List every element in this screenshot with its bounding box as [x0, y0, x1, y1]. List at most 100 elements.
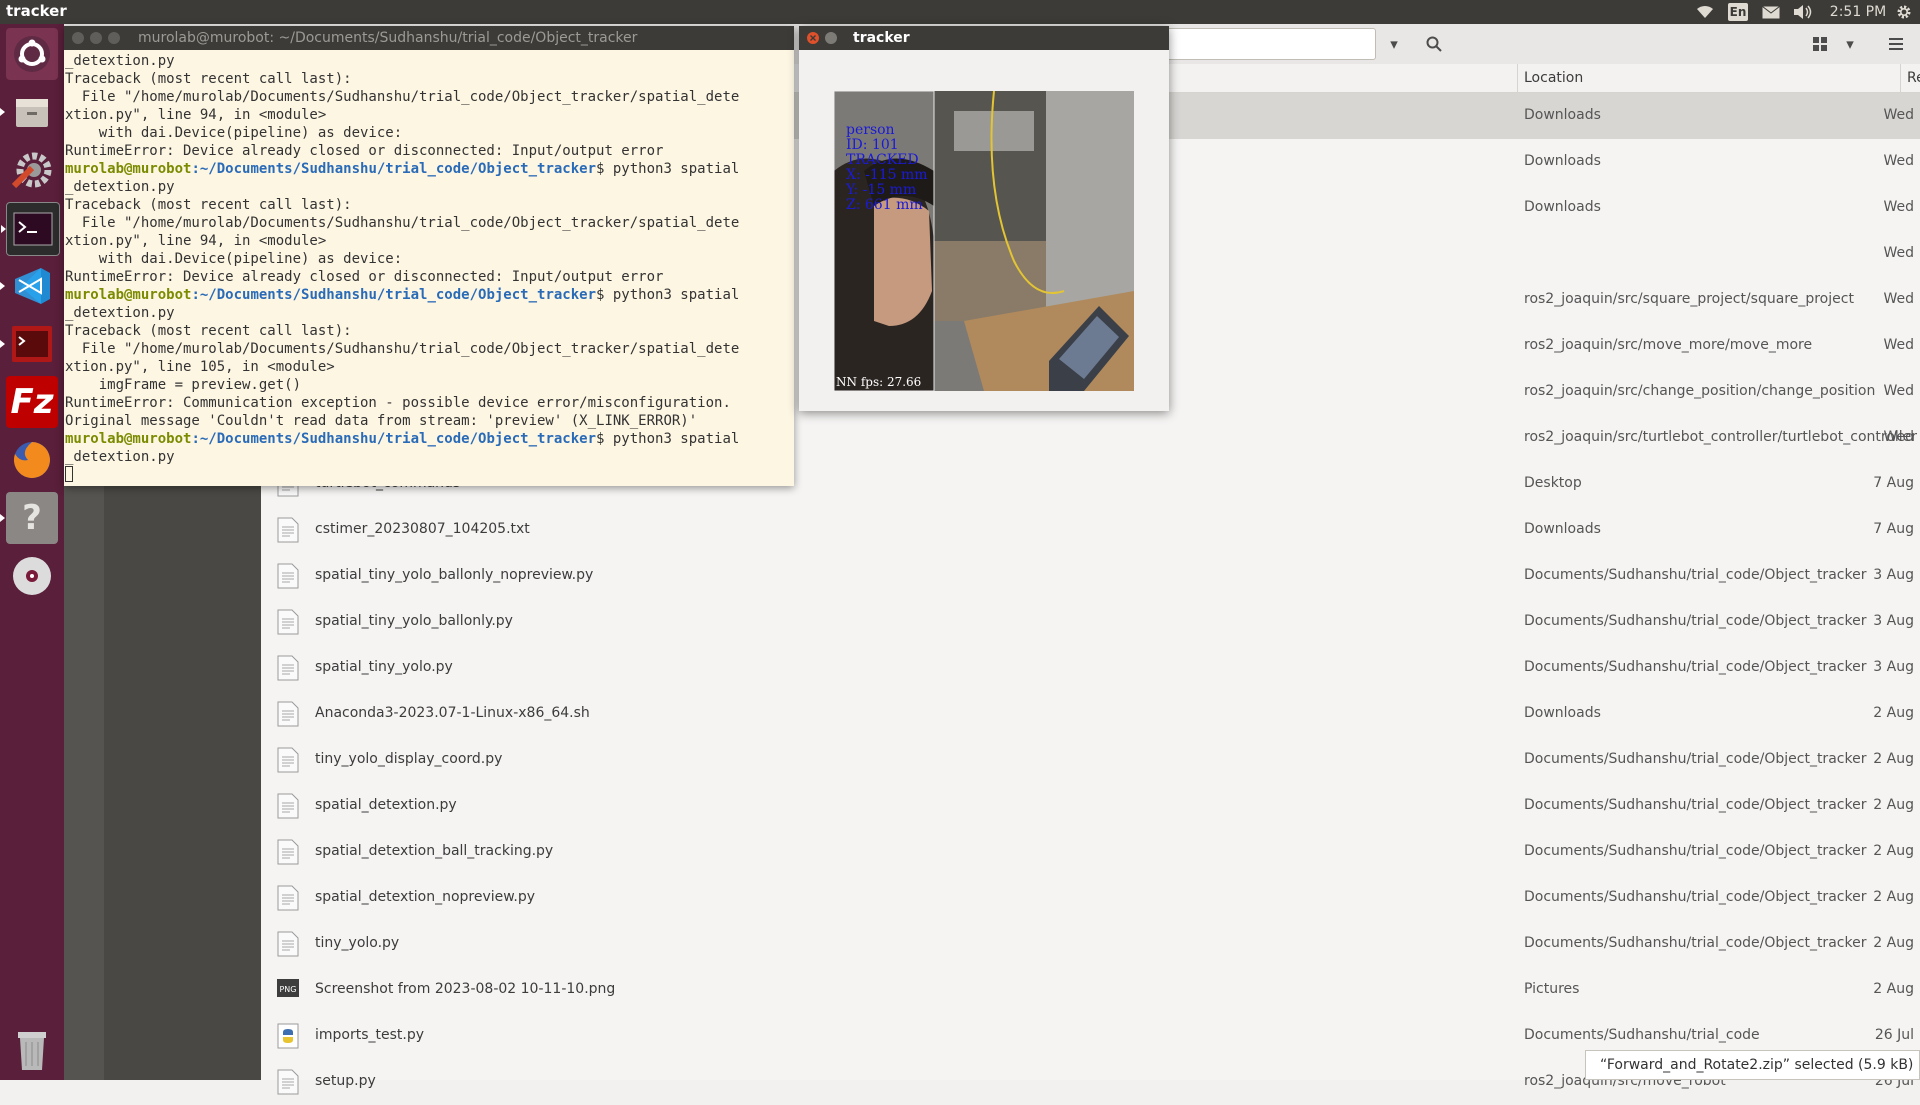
terminal-output[interactable]: _detextion.py Traceback (most recent call…: [65, 52, 795, 484]
fps-readout: NN fps: 27.66: [836, 375, 922, 389]
red-terminal-icon[interactable]: [0, 318, 58, 370]
firefox-icon[interactable]: [6, 434, 58, 486]
prompt-path: :~/Documents/Sudhanshu/trial_code/Object…: [191, 431, 597, 447]
terminal-icon[interactable]: [1, 202, 60, 256]
view-options-icon[interactable]: ▾: [1836, 30, 1864, 58]
file-name: spatial_detextion_ball_tracking.py: [315, 843, 554, 859]
terminal-line: Original message 'Couldn't read data fro…: [65, 413, 698, 429]
help-icon[interactable]: ?: [0, 492, 58, 544]
file-recency: 2 Aug: [1873, 797, 1914, 813]
terminal-line: Traceback (most recent call last):: [65, 71, 352, 87]
tracker-titlebar[interactable]: tracker: [799, 26, 1169, 50]
maximize-icon[interactable]: [108, 32, 120, 44]
file-row[interactable]: spatial_tiny_yolo_ballonly.py Documents/S…: [261, 599, 1920, 645]
search-icon[interactable]: [1420, 30, 1448, 58]
minimize-icon[interactable]: [825, 32, 837, 44]
terminal-line: RuntimeError: Communication exception - …: [65, 395, 731, 411]
prompt-user: murolab@murobot: [65, 287, 192, 303]
prompt-command: $ python3 spatial: [596, 161, 740, 177]
terminal-line: RuntimeError: Device already closed or d…: [65, 143, 664, 159]
file-location: Pictures: [1524, 981, 1580, 997]
file-icon: [277, 1069, 299, 1095]
location-column-header[interactable]: Location: [1524, 70, 1583, 86]
gear-icon[interactable]: [1894, 3, 1914, 21]
file-location: Documents/Sudhanshu/trial_code/Object_tr…: [1524, 567, 1867, 583]
launcher: Fz ?: [0, 24, 64, 1080]
terminal-line: _detextion.py: [65, 53, 175, 69]
file-location: Documents/Sudhanshu/trial_code/Object_tr…: [1524, 797, 1867, 813]
grid-view-icon[interactable]: [1806, 30, 1834, 58]
coord-z: Z: 661 mm: [846, 197, 923, 213]
file-recency: Wed: [1883, 107, 1914, 123]
file-row[interactable]: cstimer_20230807_104205.txt Downloads 7 Au…: [261, 507, 1920, 553]
terminal-titlebar[interactable]: murolab@murobot: ~/Documents/Sudhanshu/t…: [64, 26, 794, 50]
file-icon: PNG: [277, 977, 299, 1003]
file-location: Documents/Sudhanshu/trial_code/Object_tr…: [1524, 613, 1867, 629]
file-name: spatial_detextion_nopreview.py: [315, 889, 536, 905]
file-location: Documents/Sudhanshu/trial_code/Object_tr…: [1524, 751, 1867, 767]
file-row[interactable]: spatial_detextion.py Documents/Sudhanshu/…: [261, 783, 1920, 829]
terminal-line: _detextion.py: [65, 179, 175, 195]
file-row[interactable]: Anaconda3-2023.07-1-Linux-x86_64.sh Downl…: [261, 691, 1920, 737]
file-location: ros2_joaquin/src/square_project/square_p…: [1524, 291, 1854, 307]
tracking-status: TRACKED: [846, 152, 919, 168]
terminal-prompt-line: murolab@murobot:~/Documents/Sudhanshu/tr…: [65, 160, 795, 178]
file-recency: Wed: [1883, 383, 1914, 399]
file-name: spatial_tiny_yolo.py: [315, 659, 453, 675]
file-row[interactable]: spatial_detextion_nopreview.py Documents/…: [261, 875, 1920, 921]
file-recency: Wed: [1883, 429, 1914, 445]
terminal-line: with dai.Device(pipeline) as device:: [65, 125, 403, 141]
file-name: tiny_yolo.py: [315, 935, 400, 951]
file-location: Documents/Sudhanshu/trial_code/Object_tr…: [1524, 659, 1867, 675]
filezilla-icon[interactable]: Fz: [6, 376, 58, 428]
coord-y: Y: -15 mm: [846, 182, 917, 198]
file-icon: [277, 563, 299, 589]
file-name: tiny_yolo_display_coord.py: [315, 751, 503, 767]
terminal-line: Traceback (most recent call last):: [65, 323, 352, 339]
close-icon[interactable]: [807, 32, 819, 44]
close-icon[interactable]: [72, 32, 84, 44]
file-cabinet-icon[interactable]: [0, 86, 58, 138]
file-row[interactable]: spatial_detextion_ball_tracking.py Docume…: [261, 829, 1920, 875]
terminal-prompt-line: murolab@murobot:~/Documents/Sudhanshu/tr…: [65, 430, 795, 448]
active-app-name: tracker: [6, 2, 67, 20]
file-icon: [277, 517, 299, 543]
disc-icon[interactable]: [6, 550, 58, 602]
terminal-line: imgFrame = preview.get(): [65, 377, 302, 393]
file-row[interactable]: PNG Screenshot from 2023-08-02 10-11-10.p…: [261, 967, 1920, 1013]
volume-icon[interactable]: [1792, 3, 1814, 21]
clock[interactable]: 2:51 PM: [1828, 3, 1888, 21]
keyboard-layout-indicator[interactable]: En: [1728, 3, 1748, 21]
prompt-path: :~/Documents/Sudhanshu/trial_code/Object…: [191, 161, 597, 177]
ubuntu-logo-icon[interactable]: [6, 28, 58, 80]
trash-icon[interactable]: [6, 1024, 58, 1076]
terminal-cursor: [65, 466, 73, 482]
menu-icon[interactable]: [1882, 30, 1910, 58]
terminal-window[interactable]: murolab@murobot: ~/Documents/Sudhanshu/t…: [64, 26, 794, 486]
file-recency: Wed: [1883, 291, 1914, 307]
file-icon: [277, 793, 299, 819]
file-row[interactable]: spatial_tiny_yolo_ballonly_nopreview.py D…: [261, 553, 1920, 599]
recency-column-header[interactable]: Recency: [1907, 70, 1920, 86]
file-name: spatial_detextion.py: [315, 797, 457, 813]
file-row[interactable]: spatial_tiny_yolo.py Documents/Sudhanshu/…: [261, 645, 1920, 691]
prompt-user: murolab@murobot: [65, 161, 192, 177]
mail-icon[interactable]: [1761, 3, 1781, 21]
wifi-icon[interactable]: [1695, 3, 1715, 21]
tracker-title: tracker: [853, 30, 910, 46]
file-location: ros2_joaquin/src/move_more/move_more: [1524, 337, 1813, 353]
tracking-overlay: person ID: 101 TRACKED X: -115 mm Y: -15 mm Z…: [846, 123, 928, 213]
file-location: Downloads: [1524, 705, 1601, 721]
tracker-window[interactable]: tracker person ID: 101 TRACKED X: -115 mm Y:…: [799, 26, 1169, 411]
file-row[interactable]: tiny_yolo_display_coord.py Documents/Sudh…: [261, 737, 1920, 783]
search-input[interactable]: [1144, 28, 1376, 60]
settings-icon[interactable]: [6, 144, 58, 196]
chevron-down-icon[interactable]: ▾: [1380, 30, 1408, 58]
terminal-line: File "/home/murolab/Documents/Sudhanshu/…: [65, 89, 740, 105]
terminal-line: with dai.Device(pipeline) as device:: [65, 251, 403, 267]
vscode-icon[interactable]: [0, 260, 58, 312]
terminal-prompt-line: murolab@murobot:~/Documents/Sudhanshu/tr…: [65, 286, 795, 304]
minimize-icon[interactable]: [90, 32, 102, 44]
file-row[interactable]: tiny_yolo.py Documents/Sudhanshu/trial_co…: [261, 921, 1920, 967]
file-location: Downloads: [1524, 107, 1601, 123]
